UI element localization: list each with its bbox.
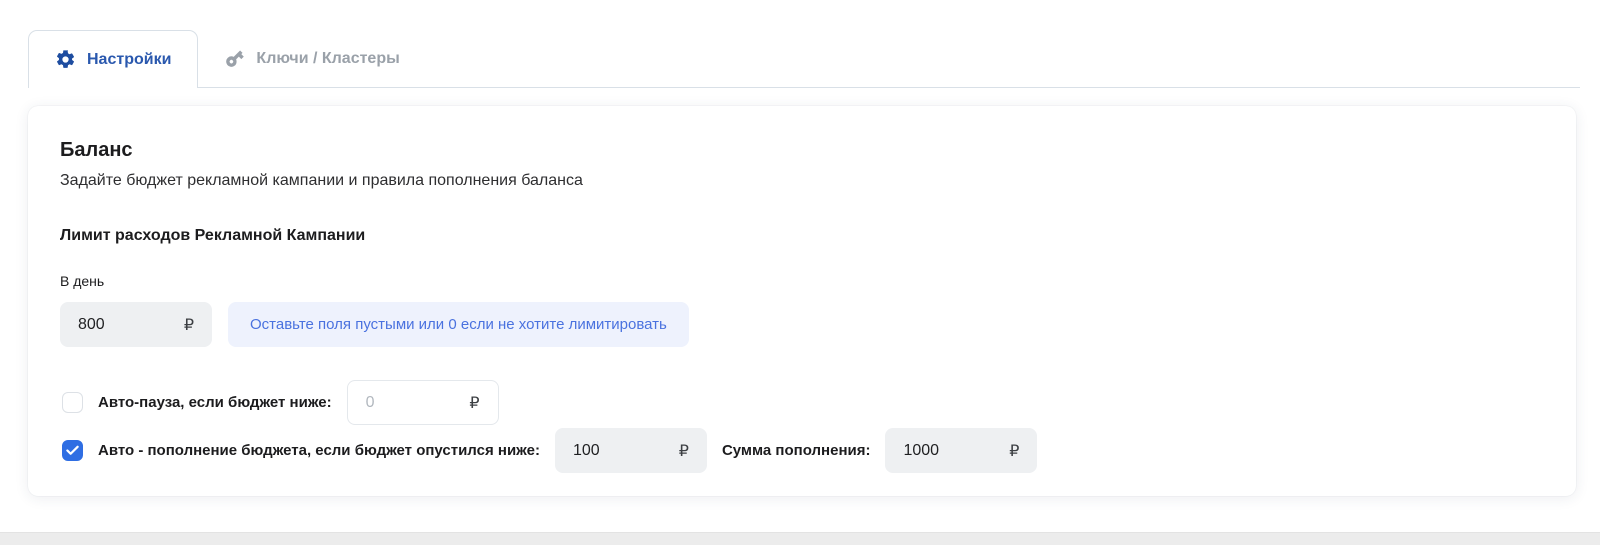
auto-pause-label: Авто-пауза, если бюджет ниже:: [98, 394, 332, 411]
balance-settings-card: Баланс Задайте бюджет рекламной кампании…: [28, 106, 1576, 496]
auto-topup-checkbox[interactable]: [62, 440, 83, 461]
ruble-sign: ₽: [1009, 441, 1020, 460]
topup-amount-label: Сумма пополнения:: [721, 442, 871, 459]
ruble-sign: ₽: [469, 393, 480, 412]
auto-pause-threshold-input[interactable]: [365, 393, 454, 412]
auto-pause-threshold-field: ₽: [346, 380, 499, 425]
tab-keys-clusters[interactable]: Ключи / Кластеры: [198, 30, 425, 87]
topup-amount-field: ₽: [885, 428, 1038, 473]
ruble-sign: ₽: [678, 441, 689, 460]
limit-hint-text: Оставьте поля пустыми или 0 если не хоти…: [250, 316, 667, 333]
tab-keys-clusters-label: Ключи / Кластеры: [256, 49, 400, 67]
tab-settings-label: Настройки: [87, 50, 172, 68]
check-icon: [66, 445, 79, 455]
per-day-row: ₽ Оставьте поля пустыми или 0 если не хо…: [60, 302, 1544, 347]
auto-pause-row: Авто-пауза, если бюджет ниже: ₽: [62, 380, 1544, 425]
balance-section-subtitle: Задайте бюджет рекламной кампании и прав…: [60, 172, 583, 189]
auto-topup-label: Авто - пополнение бюджета, если бюджет о…: [98, 442, 540, 459]
gear-icon: [55, 49, 76, 70]
auto-topup-threshold-field: ₽: [554, 428, 707, 473]
budget-rules: Авто-пауза, если бюджет ниже: ₽ Авто - п…: [60, 380, 1544, 473]
per-day-amount-input[interactable]: [78, 315, 166, 334]
tab-bar: Настройки Ключи / Кластеры: [28, 30, 1580, 88]
topup-amount-input[interactable]: [903, 441, 992, 460]
auto-topup-row: Авто - пополнение бюджета, если бюджет о…: [62, 428, 1544, 473]
auto-topup-threshold-input[interactable]: [572, 441, 661, 460]
page-bottom-edge: [0, 532, 1600, 545]
spend-limit-title: Лимит расходов Рекламной Кампании: [60, 227, 366, 244]
tab-settings[interactable]: Настройки: [28, 30, 199, 88]
auto-pause-checkbox[interactable]: [62, 392, 83, 413]
key-icon: [224, 48, 245, 69]
ruble-sign: ₽: [183, 315, 194, 334]
per-day-amount-field: ₽: [60, 302, 212, 347]
per-day-label: В день: [60, 273, 105, 289]
balance-section-title: Баланс: [60, 139, 133, 161]
limit-hint-box: Оставьте поля пустыми или 0 если не хоти…: [228, 302, 689, 347]
